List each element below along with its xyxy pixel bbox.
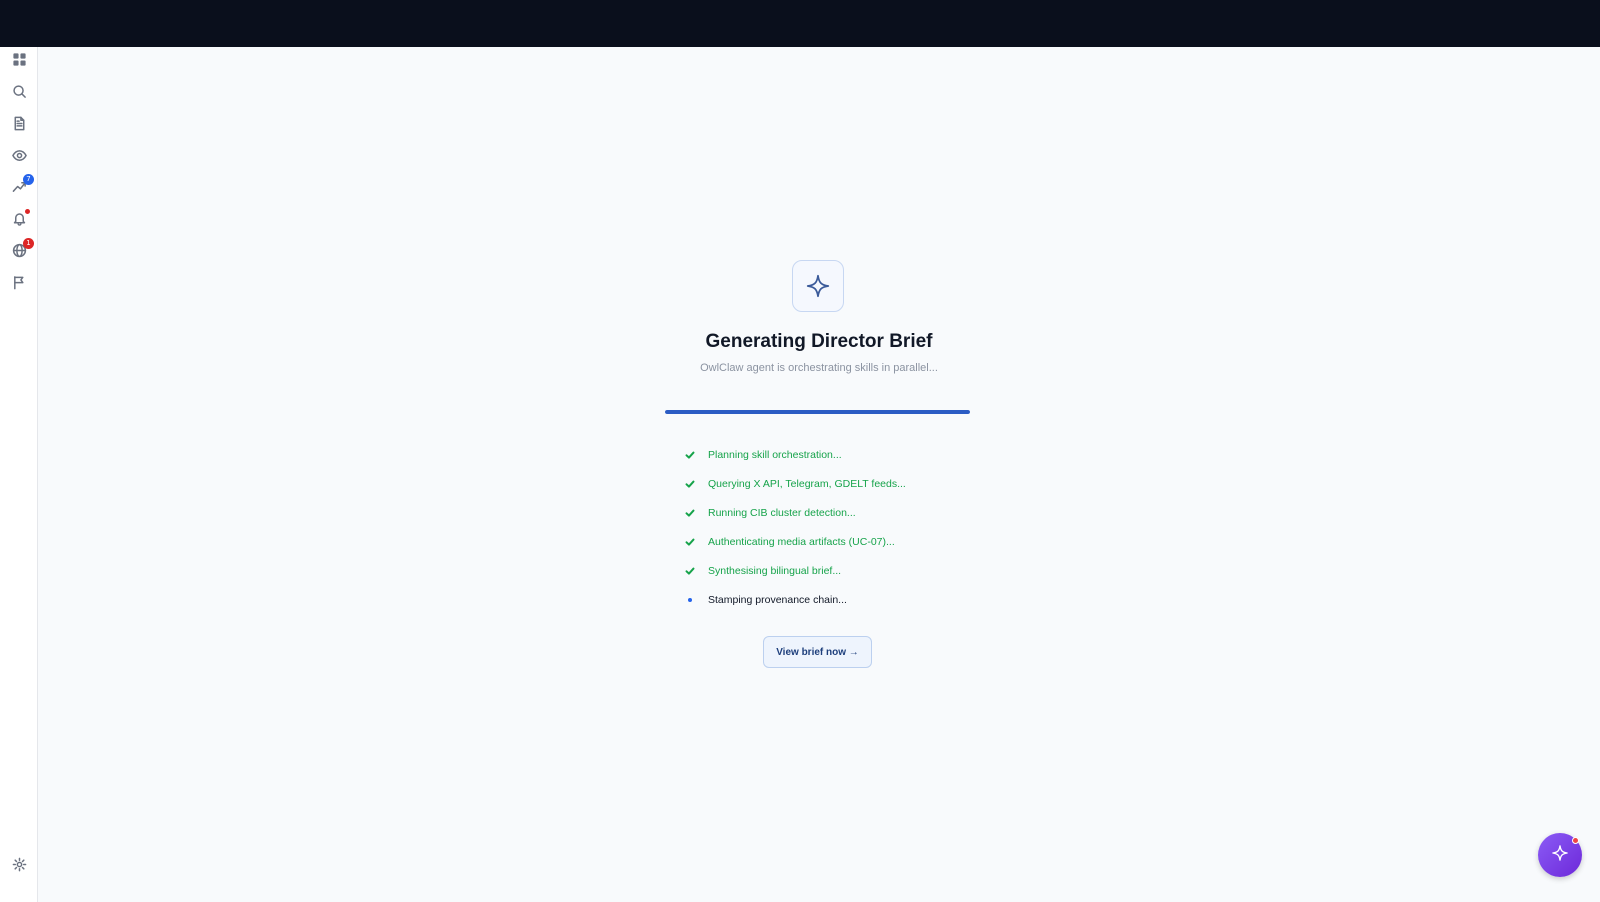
sidebar-item-documents[interactable] [7, 114, 31, 138]
step-label: Querying X API, Telegram, GDELT feeds... [708, 477, 906, 490]
page-subtitle: OwlClaw agent is orchestrating skills in… [700, 362, 938, 374]
sidebar-item-flags[interactable] [7, 273, 31, 297]
sparkle-icon [792, 260, 844, 312]
active-dot-icon [684, 594, 696, 606]
trends-count-badge: 7 [23, 174, 34, 185]
sidebar-item-trends[interactable]: 7 [7, 174, 34, 201]
sidebar-item-alerts[interactable] [7, 209, 31, 233]
step-item: Querying X API, Telegram, GDELT feeds... [684, 469, 984, 498]
step-label: Planning skill orchestration... [708, 448, 842, 461]
eye-icon [11, 148, 27, 168]
check-icon [684, 449, 696, 461]
step-item: Running CIB cluster detection... [684, 498, 984, 527]
search-icon [12, 84, 27, 104]
bell-icon [12, 211, 27, 231]
step-item: Synthesising bilingual brief... [684, 556, 984, 585]
dashboard-icon [12, 52, 27, 72]
step-item: Stamping provenance chain... [684, 585, 984, 614]
top-bar [0, 0, 1600, 47]
check-icon [684, 478, 696, 490]
view-brief-button[interactable]: View brief now → [763, 636, 872, 668]
progress-bar [665, 410, 970, 414]
settings-icon [12, 857, 27, 877]
step-label: Stamping provenance chain... [708, 593, 847, 606]
step-item: Planning skill orchestration... [684, 440, 984, 469]
sidebar-item-global[interactable]: 1 [7, 238, 34, 265]
sidebar-item-watch[interactable] [7, 146, 31, 170]
sidebar-item-settings[interactable] [7, 855, 31, 879]
check-icon [684, 565, 696, 577]
step-label: Running CIB cluster detection... [708, 506, 856, 519]
flag-icon [12, 275, 27, 295]
document-icon [12, 116, 27, 136]
sidebar-item-dashboard[interactable] [7, 50, 31, 74]
step-list: Planning skill orchestration... Querying… [684, 440, 984, 614]
assistant-notification-dot [1572, 837, 1579, 844]
progress-bar-fill [665, 410, 970, 414]
step-label: Authenticating media artifacts (UC-07)..… [708, 535, 895, 548]
check-icon [684, 536, 696, 548]
step-item: Authenticating media artifacts (UC-07)..… [684, 527, 984, 556]
step-label: Synthesising bilingual brief... [708, 564, 842, 577]
sparkle-icon [1551, 844, 1569, 867]
check-icon [684, 507, 696, 519]
sidebar: 7 1 [0, 47, 38, 902]
sidebar-item-search[interactable] [7, 82, 31, 106]
main-content: Generating Director Brief OwlClaw agent … [38, 47, 1600, 902]
assistant-fab-button[interactable] [1538, 833, 1582, 877]
alerts-unread-dot [25, 209, 30, 214]
global-count-badge: 1 [23, 238, 34, 249]
page-title: Generating Director Brief [705, 331, 933, 352]
